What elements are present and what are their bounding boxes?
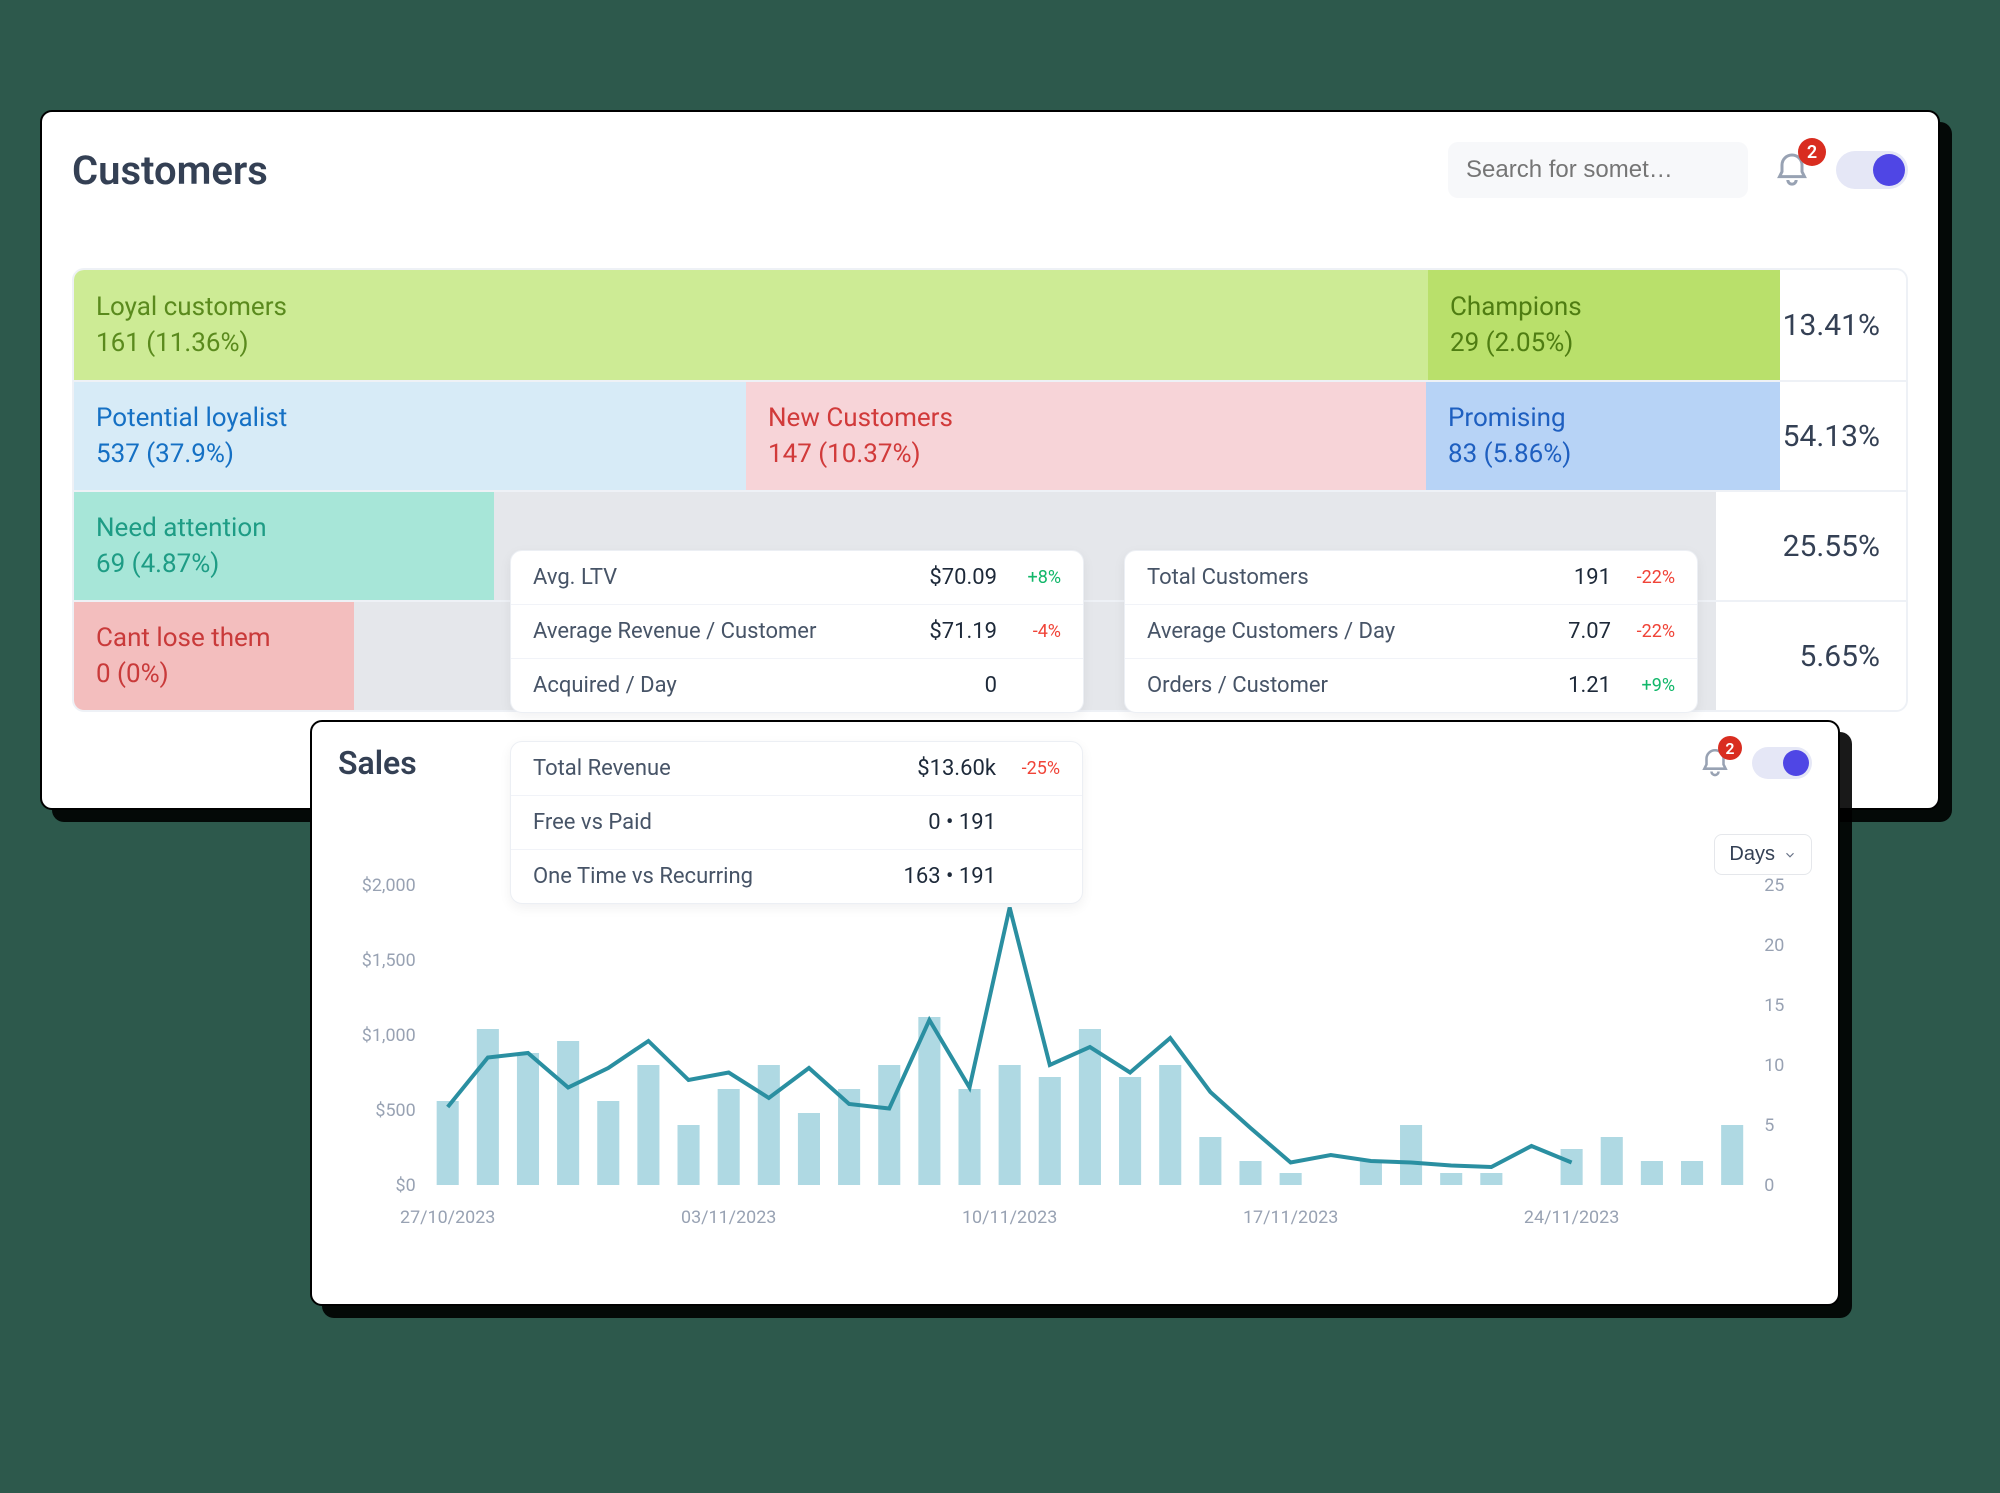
stat-value: $13.60k <box>917 756 996 781</box>
range-selector[interactable]: Days <box>1714 834 1812 875</box>
row-total-pct: 5.65% <box>1716 602 1906 710</box>
stat-label: Avg. LTV <box>533 565 929 590</box>
svg-text:03/11/2023: 03/11/2023 <box>681 1207 776 1228</box>
stat-delta: -22% <box>1623 567 1675 588</box>
segment-title: Potential loyalist <box>96 403 724 433</box>
segment-value: 0 (0%) <box>96 659 332 689</box>
segment-value: 537 (37.9%) <box>96 439 724 469</box>
svg-text:10: 10 <box>1764 1055 1784 1076</box>
segment-title: Loyal customers <box>96 292 1406 322</box>
stat-row: One Time vs Recurring 163 • 191 <box>511 849 1082 903</box>
row-total-pct: 13.41% <box>1780 270 1906 380</box>
stat-row: Average Revenue / Customer $71.19 -4% <box>511 604 1083 658</box>
notifications-button[interactable]: 2 <box>1772 150 1812 190</box>
stat-value: $70.09 <box>929 565 997 590</box>
svg-text:10/11/2023: 10/11/2023 <box>962 1207 1057 1228</box>
stats-card-bottom: Total Revenue $13.60k -25% Free vs Paid … <box>510 741 1083 904</box>
segments-row: Loyal customers 161 (11.36%) Champions 2… <box>74 270 1906 380</box>
stat-row: Orders / Customer 1.21 +9% <box>1125 658 1697 712</box>
svg-text:24/11/2023: 24/11/2023 <box>1524 1207 1619 1228</box>
header-actions: 2 <box>1448 142 1908 198</box>
stat-delta: +8% <box>1009 567 1061 588</box>
sales-chart: $0 $500 $1,000 $1,500 $2,000 0 5 10 15 20 25 27/10/… <box>338 875 1812 1245</box>
segment-champions[interactable]: Champions 29 (2.05%) <box>1428 270 1780 380</box>
page-title: Customers <box>72 147 268 194</box>
segment-loyal-customers[interactable]: Loyal customers 161 (11.36%) <box>74 270 1428 380</box>
notification-badge: 2 <box>1718 736 1742 760</box>
segment-value: 29 (2.05%) <box>1450 328 1758 358</box>
stat-row: Avg. LTV $70.09 +8% <box>511 551 1083 604</box>
row-total-pct: 54.13% <box>1780 382 1906 490</box>
stat-label: Free vs Paid <box>533 810 928 835</box>
stats-card-right: Total Customers 191 -22% Average Custome… <box>1124 550 1698 713</box>
segment-title: Promising <box>1448 403 1758 433</box>
stat-row: Total Revenue $13.60k -25% <box>511 742 1082 795</box>
svg-text:$2,000: $2,000 <box>362 875 416 896</box>
theme-toggle[interactable] <box>1752 747 1812 779</box>
sales-chart-svg: $0 $500 $1,000 $1,500 $2,000 0 5 10 15 20 25 27/10/… <box>338 875 1812 1245</box>
notifications-button[interactable]: 2 <box>1698 746 1732 780</box>
segment-title: Champions <box>1450 292 1758 322</box>
stat-label: Orders / Customer <box>1147 673 1568 698</box>
stat-label: Total Revenue <box>533 756 917 781</box>
stat-delta: -4% <box>1009 621 1061 642</box>
stat-label: Acquired / Day <box>533 673 985 698</box>
stat-value: $71.19 <box>929 619 997 644</box>
stats-overlay: Avg. LTV $70.09 +8% Average Revenue / Cu… <box>510 550 1698 904</box>
segment-title: Need attention <box>96 513 472 543</box>
stat-label: One Time vs Recurring <box>533 864 903 889</box>
segment-need-attention[interactable]: Need attention 69 (4.87%) <box>74 492 494 600</box>
svg-text:17/11/2023: 17/11/2023 <box>1243 1207 1338 1228</box>
svg-text:25: 25 <box>1764 875 1784 896</box>
segment-value: 147 (10.37%) <box>768 439 1404 469</box>
segment-title: Cant lose them <box>96 623 332 653</box>
stat-delta: -25% <box>1008 758 1060 779</box>
segment-value: 69 (4.87%) <box>96 549 472 579</box>
svg-text:20: 20 <box>1764 935 1784 956</box>
stat-value: 1.21 <box>1568 673 1611 698</box>
theme-toggle[interactable] <box>1836 151 1908 189</box>
notification-badge: 2 <box>1798 138 1826 166</box>
svg-text:5: 5 <box>1764 1115 1774 1136</box>
segment-new-customers[interactable]: New Customers 147 (10.37%) <box>746 382 1426 490</box>
stat-label: Average Customers / Day <box>1147 619 1568 644</box>
segment-value: 83 (5.86%) <box>1448 439 1758 469</box>
chevron-down-icon <box>1783 848 1797 862</box>
stat-value: 191 <box>1574 565 1611 590</box>
stat-value: 0 <box>985 673 997 698</box>
segment-cant-lose-them[interactable]: Cant lose them 0 (0%) <box>74 602 354 710</box>
range-label: Days <box>1729 843 1775 866</box>
svg-text:27/10/2023: 27/10/2023 <box>400 1207 495 1228</box>
search-input[interactable] <box>1448 142 1748 198</box>
segment-potential-loyalist[interactable]: Potential loyalist 537 (37.9%) <box>74 382 746 490</box>
toggle-knob <box>1783 750 1809 776</box>
stat-row: Total Customers 191 -22% <box>1125 551 1697 604</box>
sales-title: Sales <box>338 744 417 782</box>
svg-text:15: 15 <box>1764 995 1784 1016</box>
stat-label: Total Customers <box>1147 565 1574 590</box>
svg-text:0: 0 <box>1764 1175 1774 1196</box>
customers-header: Customers 2 <box>72 140 1908 200</box>
svg-text:$1,500: $1,500 <box>362 950 416 971</box>
svg-text:$1,000: $1,000 <box>362 1025 416 1046</box>
stat-value: 7.07 <box>1568 619 1611 644</box>
svg-text:$0: $0 <box>396 1175 416 1196</box>
stats-card-left: Avg. LTV $70.09 +8% Average Revenue / Cu… <box>510 550 1084 713</box>
toggle-knob <box>1873 154 1905 186</box>
row-total-pct: 25.55% <box>1716 492 1906 600</box>
stat-row: Acquired / Day 0 <box>511 658 1083 712</box>
stat-row: Average Customers / Day 7.07 -22% <box>1125 604 1697 658</box>
segment-title: New Customers <box>768 403 1404 433</box>
sales-header-actions: 2 <box>1698 746 1812 780</box>
stat-delta: +9% <box>1623 675 1675 696</box>
segment-promising[interactable]: Promising 83 (5.86%) <box>1426 382 1780 490</box>
stat-value: 163 • 191 <box>903 864 996 889</box>
svg-text:$500: $500 <box>375 1100 415 1121</box>
segments-row: Potential loyalist 537 (37.9%) New Custo… <box>74 380 1906 490</box>
stat-row: Free vs Paid 0 • 191 <box>511 795 1082 849</box>
stat-delta: -22% <box>1623 621 1675 642</box>
segment-value: 161 (11.36%) <box>96 328 1406 358</box>
stat-label: Average Revenue / Customer <box>533 619 929 644</box>
stat-value: 0 • 191 <box>928 810 996 835</box>
